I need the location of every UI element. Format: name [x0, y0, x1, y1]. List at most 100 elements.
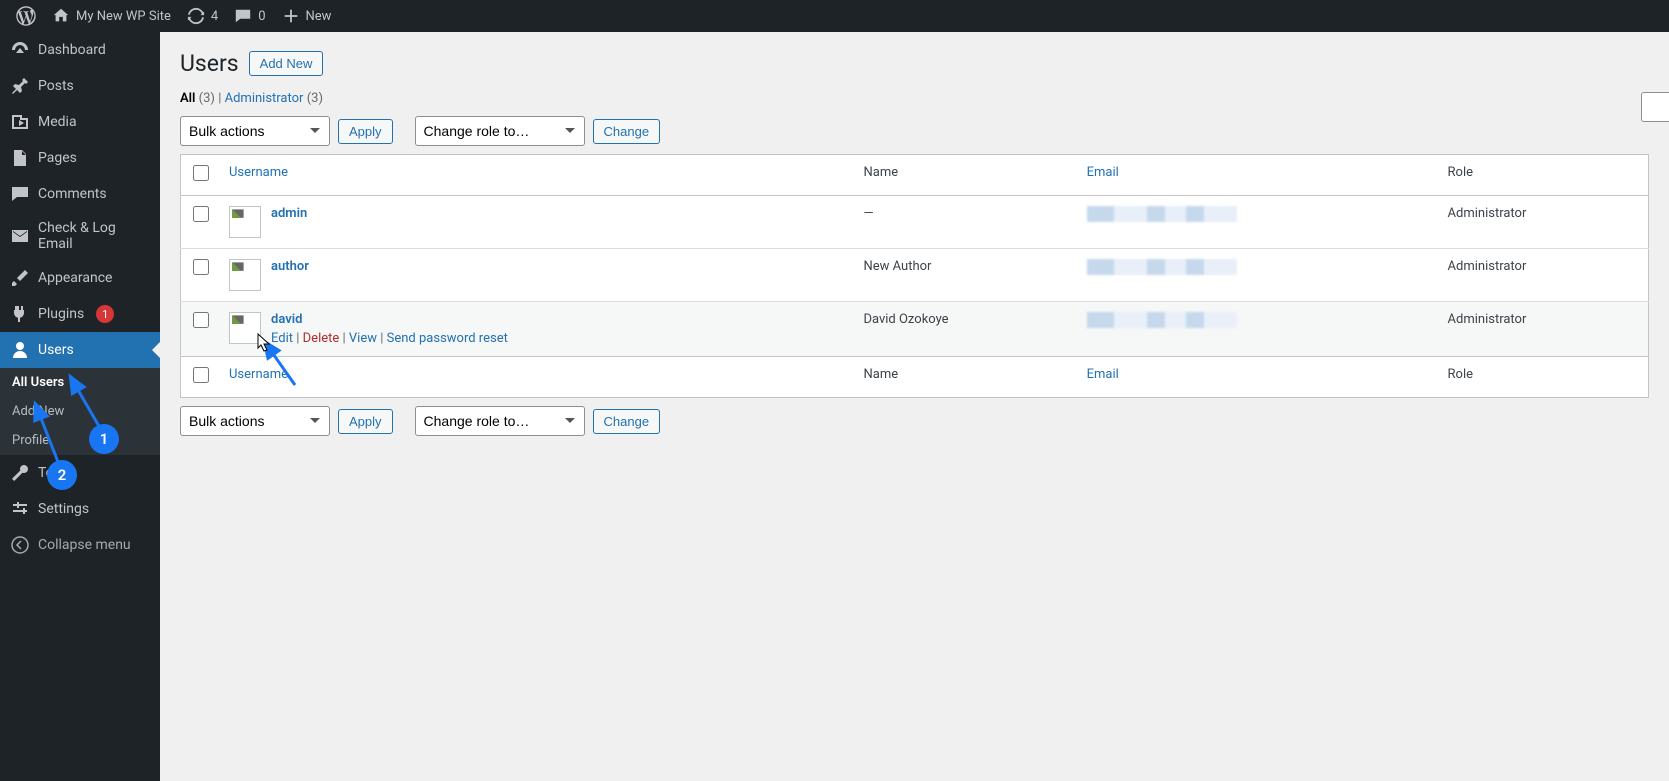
- site-name: My New WP Site: [76, 9, 171, 24]
- cursor-pointer-icon: [256, 333, 274, 355]
- topbar-new[interactable]: New: [274, 0, 340, 32]
- admin-topbar: My New WP Site 4 0 New: [0, 0, 1669, 32]
- media-icon: [10, 112, 30, 132]
- table-row: davidEdit | Delete | View | Send passwor…: [181, 302, 1649, 357]
- col-username[interactable]: Username: [219, 155, 853, 196]
- sidebar-item-appearance[interactable]: Appearance: [0, 260, 160, 296]
- page-content: Users Add New All (3) | Administrator (3…: [160, 32, 1669, 781]
- sidebar-item-check-log-email[interactable]: Check & Log Email: [0, 212, 160, 260]
- comment-icon: [10, 184, 30, 204]
- change-role-select-bottom[interactable]: Change role to…: [415, 406, 585, 436]
- pin-icon: [10, 76, 30, 96]
- sidebar-item-posts[interactable]: Posts: [0, 68, 160, 104]
- tablenav-bottom: Bulk actions Apply Change role to… Chang…: [180, 406, 1649, 436]
- user-icon: [10, 340, 30, 360]
- dashboard-icon: [10, 40, 30, 60]
- row-action-view[interactable]: View: [349, 331, 377, 346]
- page-icon: [10, 148, 30, 168]
- sidebar-item-dashboard[interactable]: Dashboard: [0, 32, 160, 68]
- username-link[interactable]: author: [271, 259, 309, 274]
- username-link[interactable]: admin: [271, 206, 307, 221]
- sidebar-item-settings[interactable]: Settings: [0, 491, 160, 527]
- cell-role: Administrator: [1438, 249, 1649, 302]
- page-title: Users: [180, 50, 239, 77]
- sidebar-item-label: Plugins: [38, 306, 84, 322]
- annotation-step-2: 2: [47, 460, 77, 490]
- table-row: author New Author Administrator: [181, 249, 1649, 302]
- sidebar-item-plugins[interactable]: Plugins 1: [0, 296, 160, 332]
- sidebar-item-label: Comments: [38, 186, 107, 202]
- wp-logo[interactable]: [8, 0, 44, 32]
- sidebar-item-label: Check & Log Email: [38, 220, 150, 252]
- change-button-bottom[interactable]: Change: [593, 409, 661, 434]
- bulk-actions-select[interactable]: Bulk actions: [180, 116, 330, 146]
- plug-icon: [10, 304, 30, 324]
- row-checkbox[interactable]: [193, 259, 209, 275]
- col-role-foot: Role: [1438, 357, 1649, 398]
- refresh-icon: [187, 7, 205, 25]
- sidebar-item-pages[interactable]: Pages: [0, 140, 160, 176]
- sidebar-item-label: Pages: [38, 150, 77, 166]
- col-name-foot: Name: [853, 357, 1076, 398]
- username-link[interactable]: david: [271, 312, 302, 327]
- col-name: Name: [853, 155, 1076, 196]
- topbar-comments[interactable]: 0: [226, 0, 273, 32]
- apply-button-top[interactable]: Apply: [338, 119, 393, 144]
- sidebar-item-comments[interactable]: Comments: [0, 176, 160, 212]
- col-email[interactable]: Email: [1077, 155, 1438, 196]
- avatar: [229, 259, 261, 291]
- row-checkbox[interactable]: [193, 206, 209, 222]
- cell-email: [1077, 249, 1438, 302]
- apply-button-bottom[interactable]: Apply: [338, 409, 393, 434]
- plus-icon: [282, 7, 300, 25]
- sidebar-item-label: Dashboard: [38, 42, 106, 58]
- cell-name: New Author: [853, 249, 1076, 302]
- sliders-icon: [10, 499, 30, 519]
- search-input-partial[interactable]: [1641, 92, 1669, 122]
- cell-email: [1077, 196, 1438, 249]
- filter-administrator[interactable]: Administrator (3): [225, 91, 323, 106]
- sidebar-item-label: Posts: [38, 78, 74, 94]
- cell-email: [1077, 302, 1438, 357]
- collapse-label: Collapse menu: [38, 537, 131, 553]
- home-icon: [52, 7, 70, 25]
- cell-name: David Ozokoye: [853, 302, 1076, 357]
- wordpress-icon: [16, 6, 36, 26]
- plugin-update-badge: 1: [96, 305, 114, 323]
- topbar-site-link[interactable]: My New WP Site: [44, 0, 179, 32]
- col-role: Role: [1438, 155, 1649, 196]
- comment-icon: [234, 7, 252, 25]
- sidebar-item-label: Appearance: [38, 270, 112, 286]
- collapse-menu[interactable]: Collapse menu: [0, 527, 160, 563]
- tablenav-top: Bulk actions Apply Change role to… Chang…: [180, 116, 1649, 146]
- updates-count: 4: [211, 9, 218, 24]
- row-action-reset[interactable]: Send password reset: [387, 331, 508, 346]
- sidebar-item-media[interactable]: Media: [0, 104, 160, 140]
- annotation-step-1: 1: [89, 424, 119, 454]
- new-label: New: [306, 9, 332, 24]
- brush-icon: [10, 268, 30, 288]
- view-filters: All (3) | Administrator (3): [180, 91, 1649, 106]
- change-role-select[interactable]: Change role to…: [415, 116, 585, 146]
- change-button-top[interactable]: Change: [593, 119, 661, 144]
- avatar: [229, 206, 261, 238]
- topbar-updates[interactable]: 4: [179, 0, 226, 32]
- select-all-top[interactable]: [193, 165, 209, 181]
- sidebar-item-users[interactable]: Users: [0, 332, 160, 368]
- sidebar-item-tools[interactable]: Tools: [0, 455, 160, 491]
- filter-all[interactable]: All (3): [180, 91, 215, 106]
- col-email-foot[interactable]: Email: [1077, 357, 1438, 398]
- collapse-icon: [10, 535, 30, 555]
- users-table: Username Name Email Role admin—Administr…: [180, 154, 1649, 398]
- wrench-icon: [10, 463, 30, 483]
- sidebar-item-label: Media: [38, 114, 77, 130]
- bulk-actions-select-bottom[interactable]: Bulk actions: [180, 406, 330, 436]
- table-row: admin—Administrator: [181, 196, 1649, 249]
- row-checkbox[interactable]: [193, 312, 209, 328]
- comments-count: 0: [258, 9, 265, 24]
- mail-icon: [10, 226, 30, 246]
- add-new-button[interactable]: Add New: [249, 51, 324, 76]
- sidebar-item-label: Users: [38, 342, 74, 358]
- sidebar-item-label: Settings: [38, 501, 89, 517]
- select-all-bottom[interactable]: [193, 367, 209, 383]
